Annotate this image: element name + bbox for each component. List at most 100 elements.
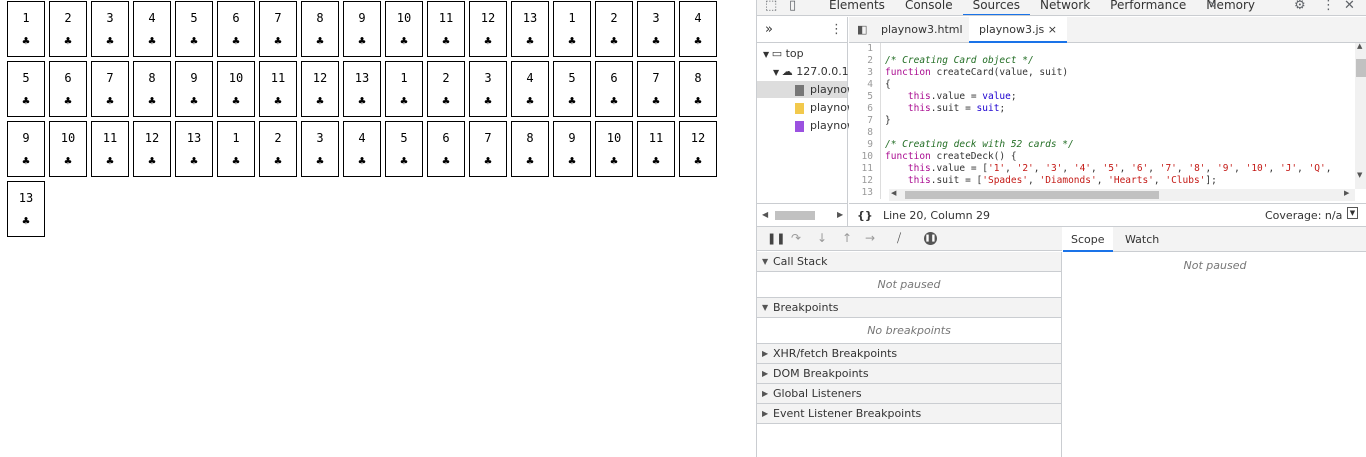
card: 7 ♣ [259,1,297,57]
card: 6 ♣ [217,1,255,57]
card: 8 ♣ [511,121,549,177]
kebab-menu-icon[interactable]: ⋮ [1322,0,1335,13]
navigator-menu-icon[interactable]: ⋮ [830,22,843,37]
line-number[interactable]: 4 [849,79,881,91]
pause-icon[interactable]: ❚❚ [767,232,785,245]
card-value: 5 [22,71,30,85]
code-token: /* Creating deck with 52 cards */ [885,139,1074,150]
code-token: 'J' [1279,163,1298,174]
code-token: ; [999,103,1006,114]
code-token: , [1176,163,1189,174]
scroll-down-icon[interactable]: ▼ [1357,171,1362,179]
code-token: , [1033,163,1046,174]
tree-item-host[interactable]: ▼ ☁ 127.0.0.1:5 [773,65,859,78]
card-value: 5 [190,11,198,25]
tree-item-top[interactable]: ▼ ▭ top [763,47,804,60]
scroll-thumb[interactable] [1356,59,1366,77]
line-number[interactable]: 5 [849,91,881,103]
device-toolbar-icon[interactable]: ▯ [789,0,796,13]
line-number[interactable]: 3 [849,67,881,79]
section-breakpoints[interactable]: ▼ Breakpoints [757,298,1061,318]
scroll-left-icon[interactable]: ◀ [891,189,896,197]
code-area[interactable]: 1 2 /* Creating Card object */ 3 function cr… [849,43,1366,203]
code-token: , [1028,175,1040,186]
code-token: .suit = [ [930,175,983,186]
code-token: value [982,91,1011,102]
club-suit-icon: ♣ [484,94,492,108]
card: 8 ♣ [133,61,171,117]
code-token: this [907,175,931,186]
tree-item-file[interactable]: playnow [795,101,856,114]
card-grid: 1 ♣ 2 ♣ 3 ♣ 4 ♣ 5 ♣ 6 ♣ 7 ♣ 8 ♣ 9 ♣ 10 ♣ 11 ♣ 12 ♣ 13 ♣ 1 ♣ 2 ♣ 3 ♣ 4 ♣ 5 ♣… [7,1,747,241]
step-out-icon[interactable]: ↑ [842,231,852,245]
club-suit-icon: ♣ [190,34,198,48]
tab-sources[interactable]: Sources [962,0,1031,15]
card-value: 9 [568,131,576,145]
code-token: , [1153,175,1166,186]
club-suit-icon: ♣ [694,154,702,168]
line-number[interactable]: 6 [849,103,881,115]
vertical-scrollbar[interactable]: ▲ ▼ [1355,42,1366,189]
line-number[interactable]: 8 [849,127,881,139]
close-icon[interactable]: ✕ [1344,0,1355,13]
scroll-thumb[interactable] [775,211,815,220]
close-tab-icon[interactable]: × [1048,23,1057,36]
card-value: 2 [274,131,282,145]
line-number[interactable]: 11 [849,163,881,175]
gear-icon[interactable]: ⚙ [1294,0,1306,13]
frame-icon: ▭ [771,47,786,60]
card: 2 ♣ [595,1,633,57]
tab-console[interactable]: Console [895,0,963,15]
section-xhr-breakpoints[interactable]: ▶ XHR/fetch Breakpoints [757,344,1061,364]
line-number[interactable]: 13 [849,187,881,199]
scroll-up-icon[interactable]: ▲ [1357,42,1362,50]
line-number[interactable]: 2 [849,55,881,67]
more-tabs-icon[interactable]: » [1209,0,1217,12]
editor-tab-html[interactable]: playnow3.html [881,23,963,36]
editor-tab-js[interactable]: playnow3.js × [969,17,1067,43]
tab-memory[interactable]: Memory [1196,0,1265,15]
toggle-navigator-icon[interactable]: ◧ [857,23,867,36]
section-call-stack[interactable]: ▼ Call Stack [757,252,1061,272]
tab-elements[interactable]: Elements [819,0,895,15]
deactivate-breakpoints-icon[interactable]: ⧸ [897,231,901,246]
inspect-icon[interactable]: ⬚ [765,0,777,13]
code-token: '9' [1216,163,1235,174]
club-suit-icon: ♣ [64,34,72,48]
club-suit-icon: ♣ [148,154,156,168]
scroll-right-icon[interactable]: ▶ [837,210,843,219]
line-number[interactable]: 9 [849,139,881,151]
section-dom-breakpoints[interactable]: ▶ DOM Breakpoints [757,364,1061,384]
card-value: 10 [228,71,244,85]
club-suit-icon: ♣ [64,154,72,168]
step-over-icon[interactable]: ↷ [791,231,801,245]
scroll-thumb[interactable] [905,191,1159,199]
card-value: 12 [690,131,706,145]
tab-network[interactable]: Network [1030,0,1100,15]
navigator-more-icon[interactable]: » [765,22,773,37]
club-suit-icon: ♣ [22,154,30,168]
tab-watch[interactable]: Watch [1125,233,1159,246]
line-number[interactable]: 10 [849,151,881,163]
horizontal-scrollbar[interactable]: ◀ ▶ [889,189,1355,201]
line-number[interactable]: 12 [849,175,881,187]
drawer-toggle-icon[interactable]: ▼ [1347,207,1358,219]
line-number[interactable]: 1 [849,43,881,55]
pretty-print-icon[interactable]: {} [857,209,873,222]
tab-scope[interactable]: Scope [1063,227,1113,252]
tree-item-file[interactable]: playnow [795,119,856,132]
pause-on-exceptions-icon[interactable]: ❚❚ [924,232,937,245]
step-icon[interactable]: → [865,231,875,245]
line-number[interactable]: 7 [849,115,881,127]
section-event-listener-breakpoints[interactable]: ▶ Event Listener Breakpoints [757,404,1061,424]
tab-performance[interactable]: Performance [1100,0,1196,15]
tree-item-file[interactable]: playnow [795,83,856,96]
scroll-right-icon[interactable]: ▶ [1344,189,1349,197]
navigator-scrollbar[interactable]: ◀ ▶ [757,203,847,226]
section-global-listeners[interactable]: ▶ Global Listeners [757,384,1061,404]
scroll-left-icon[interactable]: ◀ [762,210,768,219]
section-label: Global Listeners [773,387,862,400]
step-into-icon[interactable]: ↓ [817,231,827,245]
card: 9 ♣ [343,1,381,57]
code-token: , [1268,163,1280,174]
